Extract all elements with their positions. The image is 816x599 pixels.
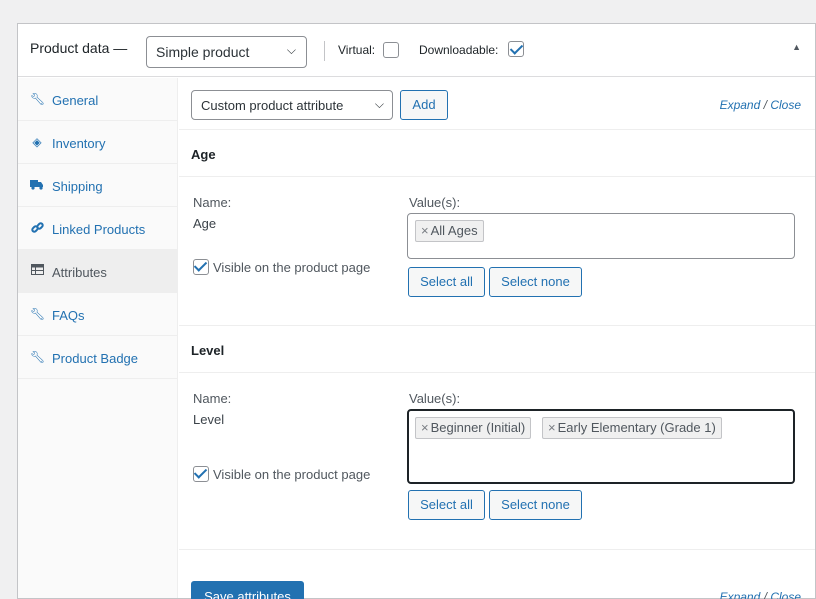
separator: / — [763, 98, 767, 112]
attribute-body-level: Name: Level Value(s): × Beginner (Initial… — [179, 374, 815, 550]
tab-product-badge[interactable]: 🔧︎ Product Badge — [18, 336, 177, 379]
tab-linked-products[interactable]: Linked Products — [18, 207, 177, 250]
attribute-body-age: Name: Age Value(s): × All Ages Visible on… — [179, 178, 815, 326]
wrench-icon: 🔧︎ — [30, 92, 46, 106]
values-label: Value(s): — [409, 391, 461, 406]
tab-label: General — [52, 93, 99, 108]
attributes-panel: Custom product attribute ⌵ Add Expand / … — [179, 78, 815, 599]
save-attributes-button[interactable]: Save attributes — [191, 581, 304, 599]
downloadable-checkbox[interactable] — [508, 41, 524, 57]
tab-label: FAQs — [52, 308, 85, 323]
visible-checkbox[interactable] — [193, 259, 209, 275]
add-attribute-button[interactable]: Add — [400, 90, 448, 120]
chip-label: Beginner (Initial) — [430, 420, 526, 435]
attribute-heading-age[interactable]: Age — [179, 131, 815, 177]
attribute-type-select[interactable]: Custom product attribute ⌵ — [191, 90, 393, 120]
triangle-up-icon[interactable]: ▲ — [792, 42, 801, 52]
tab-label: Product Badge — [52, 351, 139, 366]
name-label: Name: — [193, 391, 232, 406]
tab-label: Linked Products — [52, 222, 146, 237]
visible-checkbox[interactable] — [193, 466, 209, 482]
virtual-checkbox[interactable] — [383, 42, 399, 58]
tab-label: Attributes — [52, 265, 107, 280]
link-icon — [30, 221, 44, 235]
attribute-heading-level[interactable]: Level — [179, 327, 815, 373]
name-value: Age — [193, 216, 217, 231]
tab-general[interactable]: 🔧︎ General — [18, 78, 177, 121]
remove-icon[interactable]: × — [421, 420, 429, 435]
tab-label: Inventory — [52, 136, 106, 151]
tab-inventory[interactable]: ◈ Inventory — [18, 121, 177, 164]
values-input[interactable]: × Beginner (Initial) × Early Elementary (G… — [407, 409, 795, 484]
name-value: Level — [193, 412, 225, 427]
tab-label: Shipping — [52, 179, 103, 194]
expand-close-links: Expand / Close — [720, 98, 801, 112]
separator: / — [763, 590, 767, 599]
visible-label: Visible on the product page — [213, 260, 371, 275]
attributes-toolbar: Custom product attribute ⌵ Add Expand / … — [179, 78, 815, 130]
chevron-down-icon: ⌵ — [374, 97, 384, 111]
tab-attributes[interactable]: Attributes — [18, 250, 177, 293]
visible-on-product-page[interactable]: Visible on the product page — [193, 259, 370, 275]
value-chip[interactable]: × Early Elementary (Grade 1) — [542, 417, 722, 439]
header-divider — [324, 41, 325, 61]
product-data-tabs: 🔧︎ General ◈ Inventory Shipping Linked P… — [18, 78, 178, 598]
visible-on-product-page[interactable]: Visible on the product page — [193, 466, 370, 482]
wrench-icon: 🔧︎ — [30, 307, 46, 321]
remove-icon[interactable]: × — [548, 420, 556, 435]
chip-label: All Ages — [430, 223, 478, 238]
product-data-header: Product data — Simple product ⌵ Virtual:… — [18, 24, 815, 77]
product-data-panel: Product data — Simple product ⌵ Virtual:… — [17, 23, 816, 599]
select-all-button[interactable]: Select all — [408, 490, 485, 520]
name-label: Name: — [193, 195, 232, 210]
table-icon — [30, 264, 44, 278]
truck-icon — [30, 178, 44, 192]
tab-faqs[interactable]: 🔧︎ FAQs — [18, 293, 177, 336]
remove-icon[interactable]: × — [421, 223, 429, 238]
chevron-down-icon: ⌵ — [286, 43, 296, 57]
expand-close-links-footer: Expand / Close — [720, 590, 801, 599]
downloadable-label: Downloadable: — [419, 43, 499, 57]
expand-link[interactable]: Expand — [720, 98, 761, 112]
product-type-select[interactable]: Simple product ⌵ — [146, 36, 307, 68]
select-all-button[interactable]: Select all — [408, 267, 485, 297]
attribute-type-value: Custom product attribute — [201, 98, 344, 113]
value-chip[interactable]: × All Ages — [415, 220, 484, 242]
product-type-value: Simple product — [156, 44, 250, 60]
select-none-button[interactable]: Select none — [489, 490, 582, 520]
value-chip[interactable]: × Beginner (Initial) — [415, 417, 532, 439]
close-link[interactable]: Close — [770, 98, 801, 112]
virtual-label: Virtual: — [338, 43, 376, 57]
tag-icon: ◈ — [32, 135, 42, 149]
wrench-icon: 🔧︎ — [30, 350, 46, 364]
select-none-button[interactable]: Select none — [489, 267, 582, 297]
values-input[interactable]: × All Ages — [407, 213, 795, 259]
close-link[interactable]: Close — [770, 590, 801, 599]
expand-link[interactable]: Expand — [720, 590, 761, 599]
tab-shipping[interactable]: Shipping — [18, 164, 177, 207]
values-label: Value(s): — [409, 195, 461, 210]
visible-label: Visible on the product page — [213, 467, 371, 482]
product-data-title: Product data — — [30, 40, 128, 56]
chip-label: Early Elementary (Grade 1) — [557, 420, 716, 435]
